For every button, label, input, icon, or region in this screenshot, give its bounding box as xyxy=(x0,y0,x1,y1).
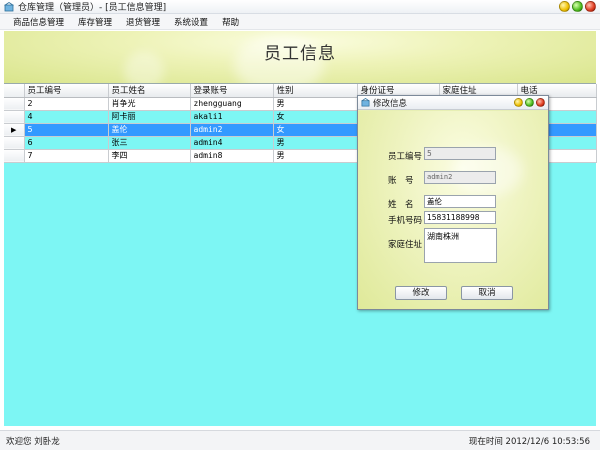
cell-emp-id[interactable]: 4 xyxy=(24,110,109,124)
cell-emp-id[interactable]: 7 xyxy=(24,149,109,163)
name-label: 姓 名 xyxy=(388,200,414,210)
cell-account[interactable]: admin2 xyxy=(190,123,274,137)
status-bar: 欢迎您 刘卧龙 现在时间 2012/12/6 10:53:56 xyxy=(0,430,600,450)
cancel-button[interactable]: 取消 xyxy=(461,286,513,300)
cell-emp-name[interactable]: 盖伦 xyxy=(108,123,191,137)
dialog-maximize-button[interactable] xyxy=(525,98,534,107)
row-selector[interactable] xyxy=(4,97,25,111)
dialog-body: 员工编号 5 账 号 admin2 姓 名 盖伦 手机号码 1583118899… xyxy=(358,111,548,309)
cell-account[interactable]: admin4 xyxy=(190,136,274,150)
app-icon xyxy=(4,1,14,11)
row-selector[interactable] xyxy=(4,136,25,150)
dialog-app-icon xyxy=(361,98,370,107)
dialog-close-button[interactable] xyxy=(536,98,545,107)
address-label: 家庭住址 xyxy=(388,240,423,250)
cell-account[interactable]: zhengguang xyxy=(190,97,274,111)
column-header[interactable]: 登录账号 xyxy=(190,84,274,98)
row-selector[interactable] xyxy=(4,110,25,124)
window-title: 仓库管理（管理员）- [员工信息管理] xyxy=(18,3,167,13)
dialog-titlebar[interactable]: 修改信息 xyxy=(358,96,548,110)
column-header[interactable]: 员工编号 xyxy=(24,84,109,98)
dialog-minimize-button[interactable] xyxy=(514,98,523,107)
cell-gender[interactable]: 女 xyxy=(273,123,358,137)
emp-id-field[interactable]: 5 xyxy=(424,147,496,160)
cell-emp-name[interactable]: 肖争光 xyxy=(108,97,191,111)
menu-item-settings[interactable]: 系统设置 xyxy=(167,16,215,28)
row-selector[interactable]: ▶ xyxy=(4,123,25,137)
cell-emp-id[interactable]: 5 xyxy=(24,123,109,137)
page-banner: 员工信息 xyxy=(4,31,596,83)
column-header[interactable]: 性别 xyxy=(273,84,358,98)
window-titlebar: 仓库管理（管理员）- [员工信息管理] xyxy=(0,0,600,14)
cell-emp-id[interactable]: 2 xyxy=(24,97,109,111)
cell-gender[interactable]: 男 xyxy=(273,97,358,111)
column-header[interactable]: 员工姓名 xyxy=(108,84,191,98)
account-field[interactable]: admin2 xyxy=(424,171,496,184)
row-selector[interactable] xyxy=(4,149,25,163)
save-button[interactable]: 修改 xyxy=(395,286,447,300)
welcome-text: 欢迎您 刘卧龙 xyxy=(6,436,60,447)
cell-emp-id[interactable]: 6 xyxy=(24,136,109,150)
row-header-corner xyxy=(4,84,25,98)
cell-account[interactable]: admin8 xyxy=(190,149,274,163)
menu-item-goods[interactable]: 商品信息管理 xyxy=(6,16,71,28)
cell-emp-name[interactable]: 李四 xyxy=(108,149,191,163)
minimize-button[interactable] xyxy=(559,1,570,12)
cell-gender[interactable]: 男 xyxy=(273,149,358,163)
menu-item-returns[interactable]: 退货管理 xyxy=(119,16,167,28)
dialog-window-controls xyxy=(514,98,545,107)
phone-field[interactable]: 15831188998 xyxy=(424,211,496,224)
cell-emp-name[interactable]: 阿卡丽 xyxy=(108,110,191,124)
cell-gender[interactable]: 女 xyxy=(273,110,358,124)
cell-gender[interactable]: 男 xyxy=(273,136,358,150)
maximize-button[interactable] xyxy=(572,1,583,12)
account-label: 账 号 xyxy=(388,176,414,186)
cell-emp-name[interactable]: 张三 xyxy=(108,136,191,150)
current-time: 现在时间 2012/12/6 10:53:56 xyxy=(468,436,590,447)
emp-id-label: 员工编号 xyxy=(388,152,423,162)
current-row-arrow-icon: ▶ xyxy=(11,126,17,134)
name-field[interactable]: 盖伦 xyxy=(424,195,496,208)
edit-employee-dialog: 修改信息 员工编号 5 账 号 admin2 姓 名 盖伦 手机号码 15831… xyxy=(357,95,549,310)
close-button[interactable] xyxy=(585,1,596,12)
menu-item-inventory[interactable]: 库存管理 xyxy=(71,16,119,28)
window-controls xyxy=(559,1,596,12)
page-title: 员工信息 xyxy=(264,44,336,64)
cell-account[interactable]: akali1 xyxy=(190,110,274,124)
dialog-title: 修改信息 xyxy=(373,98,408,109)
address-field[interactable]: 湖南株洲 xyxy=(424,228,497,263)
menu-item-help[interactable]: 帮助 xyxy=(215,16,246,28)
menu-bar: 商品信息管理 库存管理 退货管理 系统设置 帮助 xyxy=(0,14,600,30)
phone-label: 手机号码 xyxy=(388,216,423,226)
